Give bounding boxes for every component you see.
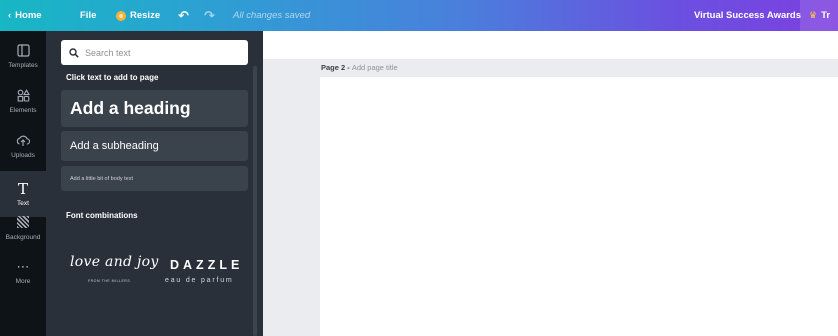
try-pro-label: Tr (821, 10, 831, 21)
more-icon: ⋯ (16, 258, 30, 274)
combo-main-text: DAZZLE (170, 258, 244, 272)
crown-icon: ♛ (809, 10, 818, 20)
resize-button[interactable]: Resize (116, 0, 160, 31)
font-combo-love-and-joy[interactable]: love and joy FROM THE MILLERS (66, 247, 158, 293)
resize-label: Resize (130, 10, 161, 21)
workspace-top-strip (263, 31, 838, 59)
search-input[interactable]: Search text (61, 40, 248, 65)
file-menu-button[interactable]: File (80, 0, 96, 31)
page-title: Page 2 - Add page title (321, 63, 398, 72)
file-label: File (80, 10, 97, 21)
uploads-icon (16, 134, 31, 149)
home-button[interactable]: ‹ Home (8, 0, 42, 31)
combo-sub-text: FROM THE MILLERS (88, 279, 131, 283)
combo-main-text: love and joy (70, 254, 159, 270)
search-placeholder: Search text (85, 47, 131, 58)
search-icon (69, 47, 79, 58)
page-title-input[interactable]: Add page title (352, 63, 398, 72)
save-status: All changes saved (233, 10, 311, 21)
panel-scrollbar[interactable] (253, 66, 257, 336)
project-title: Virtual Success Awards (694, 10, 802, 21)
sidebar-item-elements[interactable]: Elements (0, 80, 46, 122)
sidebar-item-label: Text (17, 199, 29, 207)
home-label: Home (15, 10, 42, 21)
redo-icon: ↷ (204, 7, 215, 23)
templates-icon (16, 43, 30, 59)
design-canvas[interactable] (320, 77, 838, 336)
sidebar-item-label: Uploads (11, 151, 35, 159)
side-rail: Templates Elements Uploads T Text Backgr… (0, 31, 46, 336)
sidebar-item-label: More (15, 277, 31, 285)
sidebar-item-uploads[interactable]: Uploads (0, 125, 46, 167)
sidebar-item-label: Background (5, 233, 41, 241)
project-title-button[interactable]: Virtual Success Awards (694, 0, 801, 31)
elements-icon (17, 88, 30, 104)
add-subheading-button[interactable]: Add a subheading (61, 131, 248, 161)
add-heading-button[interactable]: Add a heading (61, 90, 248, 127)
combo-sub-text: eau de parfum (165, 277, 234, 284)
add-heading-label: Add a heading (70, 98, 191, 118)
sidebar-item-label: Templates (8, 61, 38, 69)
top-bar: ‹ Home File Resize ↶ ↷ All changes saved… (0, 0, 838, 31)
sidebar-item-templates[interactable]: Templates (0, 35, 46, 77)
background-icon (17, 215, 29, 231)
chevron-left-icon: ‹ (8, 10, 12, 21)
sidebar-item-background[interactable]: Background (0, 207, 46, 249)
add-body-text-button[interactable]: Add a little bit of body text (61, 166, 248, 191)
font-combo-dazzle[interactable]: DAZZLE eau de parfum (158, 247, 244, 293)
resize-icon (116, 10, 126, 21)
add-text-section-title: Click text to add to page (66, 73, 159, 82)
add-subheading-label: Add a subheading (70, 140, 159, 152)
font-combinations-title: Font combinations (66, 211, 138, 220)
undo-button[interactable]: ↶ (178, 0, 189, 31)
undo-icon: ↶ (178, 7, 189, 23)
try-pro-button[interactable]: ♛ Tr (800, 0, 838, 31)
redo-button[interactable]: ↷ (204, 0, 215, 31)
sidebar-item-more[interactable]: ⋯ More (0, 251, 46, 293)
add-body-text-label: Add a little bit of body text (70, 175, 133, 182)
sidebar-item-label: Elements (9, 106, 37, 114)
text-icon: T (17, 179, 28, 198)
page-label: Page 2 - (321, 63, 350, 72)
